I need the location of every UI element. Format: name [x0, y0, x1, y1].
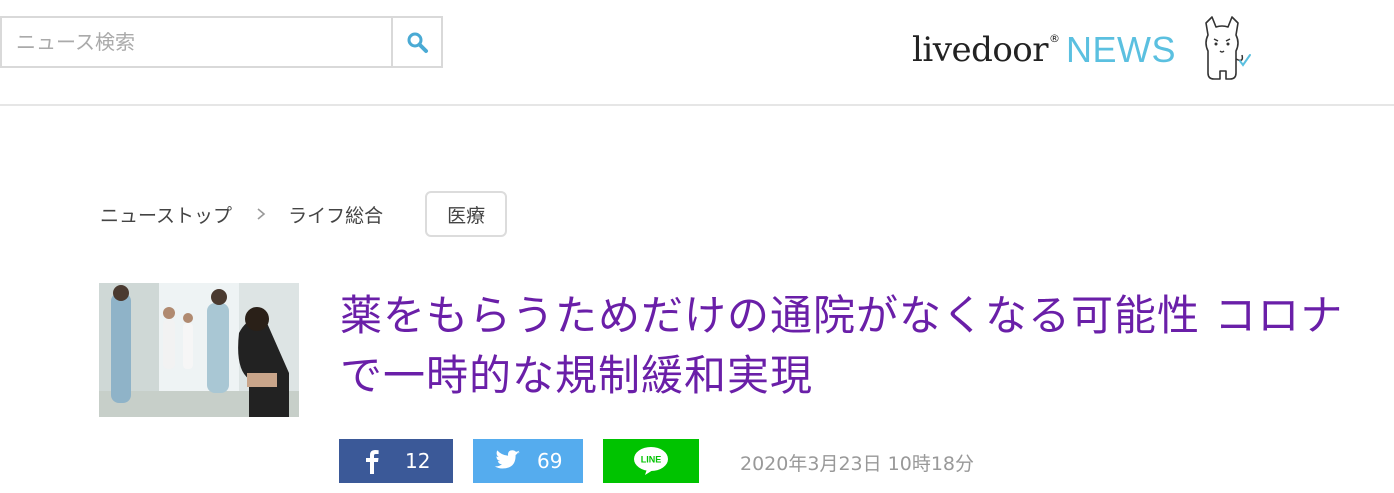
facebook-share-count: 12: [405, 449, 431, 473]
line-share-button[interactable]: LINE: [603, 439, 699, 483]
article-title[interactable]: 薬をもらうためだけの通院がなくなる可能性 コロナで一時的な規制緩和実現: [340, 286, 1360, 406]
category-tag-medical[interactable]: 医療: [425, 191, 508, 237]
site-header: livedoor ® NEWS: [0, 0, 1394, 106]
breadcrumb: ニューストップ ライフ総合 医療: [100, 190, 508, 238]
article-thumbnail[interactable]: [99, 283, 299, 417]
twitter-icon: [493, 450, 521, 472]
breadcrumb-life[interactable]: ライフ総合: [288, 201, 383, 228]
search-icon: [407, 32, 428, 53]
twitter-share-count: 69: [537, 449, 563, 473]
article-date: 2020年3月23日 10時18分: [740, 453, 975, 475]
search-button[interactable]: [391, 18, 441, 66]
site-logo[interactable]: livedoor ® NEWS: [912, 16, 1252, 80]
twitter-share-button[interactable]: 69: [473, 439, 583, 483]
chevron-right-icon: [256, 207, 266, 221]
search-box: [0, 16, 443, 68]
line-icon: LINE: [633, 446, 669, 476]
facebook-share-button[interactable]: 12: [339, 439, 453, 483]
breadcrumb-news-top[interactable]: ニューストップ: [100, 201, 232, 228]
dog-mascot-icon: [1205, 16, 1252, 80]
logo-product: NEWS: [1066, 29, 1177, 70]
facebook-icon: [365, 448, 379, 474]
logo-registered-mark: ®: [1049, 31, 1061, 45]
search-input[interactable]: [2, 18, 394, 66]
logo-brand: livedoor: [912, 30, 1049, 70]
line-icon-label: LINE: [641, 455, 662, 465]
